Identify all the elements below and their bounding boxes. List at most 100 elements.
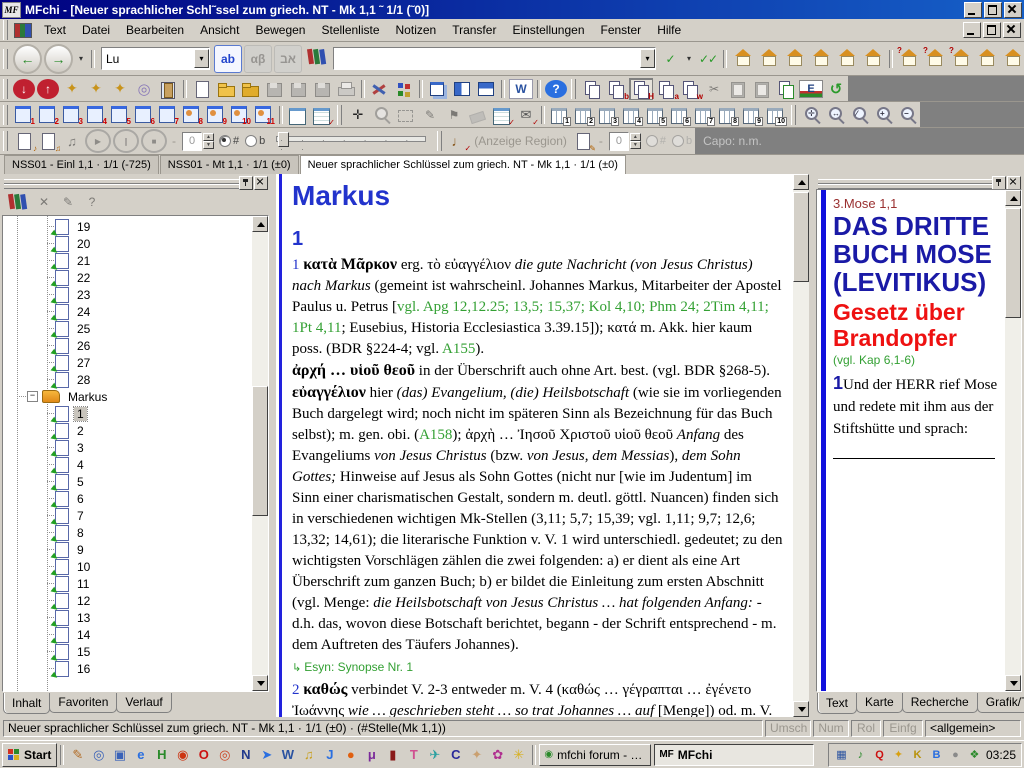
- translation-combo-arrow-icon[interactable]: ▾: [194, 49, 209, 68]
- music-icon[interactable]: ♫: [298, 744, 319, 765]
- dictionary-books-button[interactable]: [304, 46, 330, 72]
- panel-close-icon[interactable]: [254, 176, 268, 190]
- tree-scroll-thumb[interactable]: [252, 386, 268, 516]
- table-options-button[interactable]: ✓: [311, 105, 333, 125]
- send-icon[interactable]: ✈: [424, 744, 445, 765]
- translation-combo[interactable]: Lu▾: [101, 47, 210, 70]
- tree-item-19[interactable]: 19: [3, 218, 252, 235]
- tree-item-9[interactable]: 9: [3, 541, 252, 558]
- home-button-3[interactable]: [783, 46, 807, 72]
- tree-item-26[interactable]: 26: [3, 337, 252, 354]
- home-button-7[interactable]: [975, 46, 999, 72]
- region-edit-button[interactable]: ✎: [572, 131, 594, 151]
- refresh-button[interactable]: ↺: [825, 79, 847, 99]
- tree-item-6[interactable]: 6: [3, 490, 252, 507]
- menu-hilfe[interactable]: Hilfe: [649, 20, 689, 40]
- menu-einstellungen[interactable]: Einstellungen: [504, 20, 592, 40]
- home-button-4[interactable]: [809, 46, 833, 72]
- exit-door-button[interactable]: [157, 79, 179, 99]
- document-tab-nss01-einl-1-1-1-1-725[interactable]: NSS01 - Einl 1,1 · 1/1 (-725): [4, 155, 159, 174]
- red-book-icon[interactable]: ▮: [382, 744, 403, 765]
- options-button[interactable]: [393, 79, 415, 99]
- go-all-button[interactable]: ✓✓: [697, 46, 719, 72]
- zoom-out-button[interactable]: −: [897, 104, 919, 125]
- copy-formatted-button[interactable]: [775, 79, 797, 99]
- table-button-8[interactable]: 8: [717, 105, 739, 125]
- scroll-up-icon[interactable]: [252, 216, 268, 232]
- task-mfchi[interactable]: MFMFchi: [654, 744, 814, 766]
- nav-history-dropdown[interactable]: ▾: [75, 46, 87, 72]
- grid-check-button[interactable]: ✓: [491, 105, 513, 125]
- spin-up-icon[interactable]: ▲: [630, 133, 641, 141]
- menu-text[interactable]: Text: [36, 20, 74, 40]
- toolbar-grip[interactable]: [791, 105, 796, 125]
- sharp-radio[interactable]: #: [219, 135, 239, 147]
- parallel-panel-titlebar[interactable]: [816, 176, 1022, 189]
- sun-icon[interactable]: ✳: [508, 744, 529, 765]
- tree-item-5[interactable]: 5: [3, 473, 252, 490]
- tree-item-2[interactable]: 2: [3, 422, 252, 439]
- c-box-icon[interactable]: C: [445, 744, 466, 765]
- display-3d-icon[interactable]: ▦: [834, 747, 849, 762]
- yellow-star-icon[interactable]: ✦: [891, 747, 906, 762]
- flat-radio[interactable]: b: [245, 135, 265, 147]
- flat-radio-dot[interactable]: [245, 135, 257, 147]
- parallel-scrollbar[interactable]: [1005, 190, 1021, 691]
- capo-flat-radio-dot[interactable]: [672, 135, 684, 147]
- tree-item-22[interactable]: 22: [3, 269, 252, 286]
- capo-sharp-radio-dot[interactable]: [646, 135, 658, 147]
- tab-karte[interactable]: Karte: [856, 693, 903, 713]
- menu-bearbeiten[interactable]: Bearbeiten: [118, 20, 192, 40]
- toolbar-grip[interactable]: [3, 131, 8, 151]
- java-icon[interactable]: J: [319, 744, 340, 765]
- windows-tile-vertical-button[interactable]: [451, 79, 473, 99]
- menu-datei[interactable]: Datei: [74, 20, 118, 40]
- capo-spinner[interactable]: 0▲▼: [609, 132, 641, 151]
- bluetooth-icon[interactable]: B: [929, 747, 944, 762]
- tab-recherche[interactable]: Recherche: [902, 693, 978, 713]
- opera-icon[interactable]: O: [193, 744, 214, 765]
- window-button-6[interactable]: 6: [133, 104, 155, 125]
- window-user-button-8[interactable]: 8: [181, 104, 203, 125]
- tree-item-24[interactable]: 24: [3, 303, 252, 320]
- home-button-8[interactable]: [1001, 46, 1024, 72]
- k-app-icon[interactable]: K: [910, 747, 925, 762]
- table-button-7[interactable]: 7: [693, 105, 715, 125]
- tree-item-20[interactable]: 20: [3, 235, 252, 252]
- tab-grafik-tabelle[interactable]: Grafik/Tabelle: [977, 693, 1024, 713]
- home-button-5[interactable]: [835, 46, 859, 72]
- red-globe-icon[interactable]: ◉: [172, 744, 193, 765]
- notes-export-button[interactable]: E: [799, 80, 823, 98]
- reference-input-arrow-icon[interactable]: ▾: [640, 49, 655, 68]
- green-leaf-icon[interactable]: ❖: [967, 747, 982, 762]
- lexicon-button-2[interactable]: ✦: [85, 79, 107, 99]
- start-button[interactable]: Start: [2, 743, 57, 767]
- home-query-button-1[interactable]: ?: [897, 46, 921, 72]
- gray-dot-icon[interactable]: ●: [948, 747, 963, 762]
- zoom-width-button[interactable]: ↔: [825, 104, 847, 125]
- mail-check-button[interactable]: ✉✓: [515, 105, 537, 125]
- transpose-spinner[interactable]: 0▲▼: [182, 132, 214, 151]
- guitar-chords-button[interactable]: ♩✓: [447, 131, 469, 151]
- upload-button[interactable]: ↑: [37, 79, 59, 99]
- document-content[interactable]: Markus 1 1 κατὰ Μᾶρκον erg. τὸ εὐαγγέλιο…: [276, 174, 793, 717]
- home-button-1[interactable]: [731, 46, 755, 72]
- pan-zoom-button[interactable]: ✛: [801, 104, 823, 125]
- parallel-text-content[interactable]: 3.Mose 1,1 DAS DRITTE BUCH MOSE (LEVITIK…: [817, 190, 1005, 691]
- scroll-down-icon[interactable]: [252, 675, 268, 691]
- menubar-grip[interactable]: [3, 20, 8, 40]
- table-export-button[interactable]: [287, 105, 309, 125]
- spin-up-icon[interactable]: ▲: [203, 133, 214, 141]
- toolbar-grip[interactable]: [437, 131, 442, 151]
- tree-item-7[interactable]: 7: [3, 507, 252, 524]
- zoom-in-button[interactable]: +: [873, 104, 895, 125]
- tree-item-27[interactable]: 27: [3, 354, 252, 371]
- window-button-2[interactable]: 2: [37, 104, 59, 125]
- toolbar-grip[interactable]: [3, 105, 8, 125]
- window-user-button-9[interactable]: 9: [205, 104, 227, 125]
- mu-icon[interactable]: μ: [361, 744, 382, 765]
- table-button-3[interactable]: 3: [597, 105, 619, 125]
- toolbar-grip[interactable]: [3, 49, 8, 69]
- download-button[interactable]: ↓: [13, 79, 35, 99]
- cdrom-button[interactable]: ◎: [133, 79, 155, 99]
